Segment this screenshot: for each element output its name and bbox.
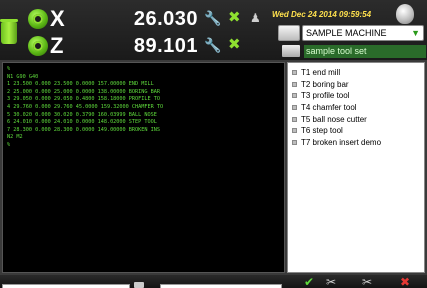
wrench-icon[interactable]: 🔧 [204,11,221,25]
tool-list-item[interactable]: T7 broken insert demo [292,137,424,149]
gcode-line: % [7,66,11,72]
tool-bullet-icon [292,139,297,145]
machine-select-value: SAMPLE MACHINE [306,28,387,38]
gcode-line: 4 29.760 0.000 29.760 45.0000 159.32000 … [7,103,164,110]
tool-set-icon [282,45,300,57]
close-icon[interactable]: ✖ [400,276,410,288]
program-select[interactable] [160,284,282,288]
axis-z-value: 89.101 [133,35,198,57]
tool-list-item[interactable]: T2 boring bar [292,79,424,91]
tool-bullet-icon [292,93,297,99]
tool-list-item[interactable]: T3 profile tool [292,90,424,102]
tool-bullet-icon [292,128,297,134]
tool-set-label[interactable]: sample tool set [304,45,426,58]
trash-icon[interactable] [0,19,18,44]
machine-icon [278,25,300,41]
gcode-editor[interactable]: % N1 G90 G40 1 23.500 0.000 23.500 0.0000 … [2,62,285,273]
chevron-down-icon[interactable]: ▼ [411,26,420,40]
gcode-line: 5 30.020 0.000 30.020 0.3790 160.03999 B… [7,111,157,118]
tool-label: T2 boring bar [301,79,349,89]
tool-list-item[interactable]: T5 ball nose cutter [292,113,424,125]
gcode-line: % [7,141,11,148]
check-icon[interactable]: ✔ [304,276,314,288]
datetime-label: Wed Dec 24 2014 09:59:54 [272,10,372,19]
axis-x-value: 26.030 [133,8,198,30]
tool-list: T1 end mill T2 boring bar T3 profile too… [287,62,425,273]
tool-list-item[interactable]: T4 chamfer tool [292,102,424,114]
gcode-line: 7 28.300 0.000 28.300 0.0000 149.00000 B… [7,126,161,133]
gcode-line: 1 23.500 0.000 23.500 0.0000 157.00000 E… [7,81,154,88]
gcode-line: 2 25.000 0.000 25.000 0.0000 138.00000 B… [7,88,161,95]
person-icon[interactable]: ♟ [250,11,264,25]
tool-list-item[interactable]: T6 step tool [292,125,424,137]
header-bar: X 26.030 🔧 ✖ ♟ Z 89.101 🔧 ✖ Wed Dec 24 2… [0,0,427,60]
copy-icon[interactable]: ✂ [362,276,372,288]
tool-bullet-icon [292,116,297,122]
cross-tool-icon[interactable]: ✖ [228,37,242,52]
tool-label: T5 ball nose cutter [301,114,367,124]
axis-z-letter: Z [50,33,64,58]
cross-tool-icon[interactable]: ✖ [228,10,242,25]
tool-label: T3 profile tool [301,91,350,101]
tool-bullet-icon [292,105,297,111]
tool-label: T7 broken insert demo [301,137,382,147]
gcode-line: 6 24.010 0.000 24.010 0.0000 148.02000 S… [7,119,157,126]
machine-select[interactable]: SAMPLE MACHINE ▼ [302,25,424,41]
tool-bullet-icon [292,81,297,87]
gcode-line: N2 M2 [7,134,23,141]
gcode-line: N1 G90 G40 [7,73,39,80]
folder-icon[interactable] [134,282,144,288]
tool-label: T1 end mill [301,68,341,78]
axis-x-letter: X [50,6,65,31]
wrench-icon[interactable]: 🔧 [204,38,221,52]
tool-bullet-icon [292,70,297,76]
tool-label: T4 chamfer tool [301,103,357,113]
shield-icon[interactable] [396,4,414,24]
gcode-line: 3 29.050 0.000 29.050 0.4800 158.18000 P… [7,96,161,103]
axis-home-icon[interactable] [28,9,48,29]
axis-home-icon[interactable] [28,36,48,56]
tool-label: T6 step tool [301,126,343,136]
program-name-input[interactable] [2,284,130,288]
tool-list-item[interactable]: T1 end mill [292,67,424,79]
cut-icon[interactable]: ✂ [326,276,336,288]
